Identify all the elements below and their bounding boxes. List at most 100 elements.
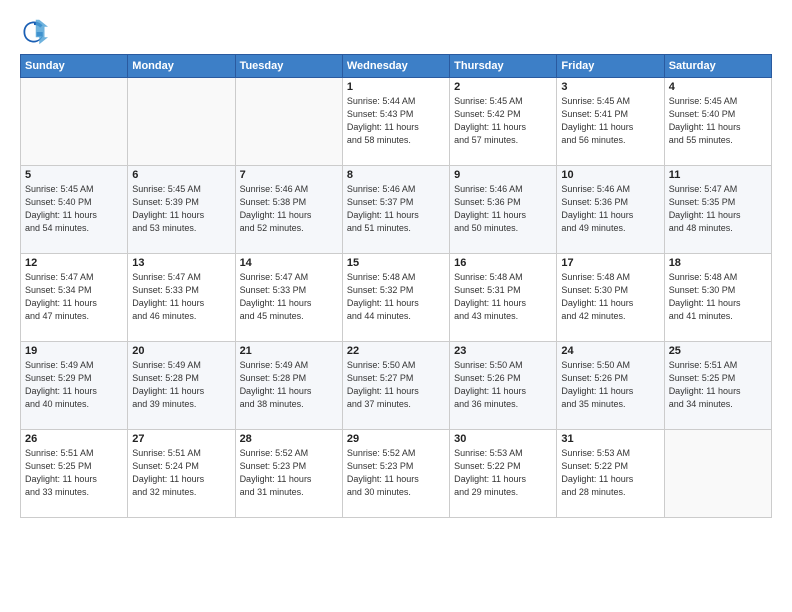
day-number: 13 [132,257,230,269]
day-info: Sunrise: 5:50 AM Sunset: 5:26 PM Dayligh… [454,359,552,411]
day-number: 24 [561,345,659,357]
day-info: Sunrise: 5:47 AM Sunset: 5:35 PM Dayligh… [669,183,767,235]
day-info: Sunrise: 5:49 AM Sunset: 5:29 PM Dayligh… [25,359,123,411]
day-number: 31 [561,433,659,445]
day-info: Sunrise: 5:52 AM Sunset: 5:23 PM Dayligh… [240,447,338,499]
day-cell: 28 Sunrise: 5:52 AM Sunset: 5:23 PM Dayli… [235,430,342,518]
weekday-header-thursday: Thursday [450,55,557,78]
day-info: Sunrise: 5:51 AM Sunset: 5:25 PM Dayligh… [25,447,123,499]
day-cell: 22 Sunrise: 5:50 AM Sunset: 5:27 PM Dayli… [342,342,449,430]
day-number: 12 [25,257,123,269]
day-info: Sunrise: 5:47 AM Sunset: 5:34 PM Dayligh… [25,271,123,323]
day-info: Sunrise: 5:49 AM Sunset: 5:28 PM Dayligh… [132,359,230,411]
day-info: Sunrise: 5:45 AM Sunset: 5:41 PM Dayligh… [561,95,659,147]
weekday-header-tuesday: Tuesday [235,55,342,78]
header [20,18,772,46]
day-number: 10 [561,169,659,181]
day-cell [128,78,235,166]
day-number: 27 [132,433,230,445]
day-info: Sunrise: 5:48 AM Sunset: 5:30 PM Dayligh… [669,271,767,323]
day-cell: 9 Sunrise: 5:46 AM Sunset: 5:36 PM Daylig… [450,166,557,254]
day-cell: 16 Sunrise: 5:48 AM Sunset: 5:31 PM Dayli… [450,254,557,342]
day-number: 20 [132,345,230,357]
day-number: 21 [240,345,338,357]
day-number: 3 [561,81,659,93]
day-cell: 17 Sunrise: 5:48 AM Sunset: 5:30 PM Dayli… [557,254,664,342]
day-cell: 13 Sunrise: 5:47 AM Sunset: 5:33 PM Dayli… [128,254,235,342]
week-row-4: 19 Sunrise: 5:49 AM Sunset: 5:29 PM Dayli… [21,342,772,430]
day-info: Sunrise: 5:50 AM Sunset: 5:26 PM Dayligh… [561,359,659,411]
day-cell: 2 Sunrise: 5:45 AM Sunset: 5:42 PM Daylig… [450,78,557,166]
day-info: Sunrise: 5:53 AM Sunset: 5:22 PM Dayligh… [454,447,552,499]
day-number: 18 [669,257,767,269]
day-number: 26 [25,433,123,445]
day-cell: 15 Sunrise: 5:48 AM Sunset: 5:32 PM Dayli… [342,254,449,342]
day-info: Sunrise: 5:47 AM Sunset: 5:33 PM Dayligh… [132,271,230,323]
day-cell: 30 Sunrise: 5:53 AM Sunset: 5:22 PM Dayli… [450,430,557,518]
day-number: 1 [347,81,445,93]
day-cell: 10 Sunrise: 5:46 AM Sunset: 5:36 PM Dayli… [557,166,664,254]
day-number: 14 [240,257,338,269]
day-number: 6 [132,169,230,181]
day-number: 25 [669,345,767,357]
day-cell: 7Sunrise: 5:46 AM Sunset: 5:38 PM Daylig… [235,166,342,254]
day-number: 16 [454,257,552,269]
day-cell [664,430,771,518]
day-number: 5 [25,169,123,181]
day-cell: 6 Sunrise: 5:45 AM Sunset: 5:39 PM Daylig… [128,166,235,254]
day-info: Sunrise: 5:45 AM Sunset: 5:39 PM Dayligh… [132,183,230,235]
day-number: 19 [25,345,123,357]
day-number: 30 [454,433,552,445]
day-number: 2 [454,81,552,93]
day-cell: 31 Sunrise: 5:53 AM Sunset: 5:22 PM Dayli… [557,430,664,518]
day-info: Sunrise: 5:46 AM Sunset: 5:36 PM Dayligh… [561,183,659,235]
weekday-header-monday: Monday [128,55,235,78]
day-cell: 8 Sunrise: 5:46 AM Sunset: 5:37 PM Daylig… [342,166,449,254]
calendar: SundayMondayTuesdayWednesdayThursdayFrid… [20,54,772,518]
week-row-1: 1Sunrise: 5:44 AM Sunset: 5:43 PM Daylig… [21,78,772,166]
day-cell [235,78,342,166]
day-info: Sunrise: 5:45 AM Sunset: 5:42 PM Dayligh… [454,95,552,147]
day-number: 4 [669,81,767,93]
day-info: Sunrise: 5:46 AM Sunset: 5:36 PM Dayligh… [454,183,552,235]
day-cell: 20 Sunrise: 5:49 AM Sunset: 5:28 PM Dayli… [128,342,235,430]
day-info: Sunrise: 5:53 AM Sunset: 5:22 PM Dayligh… [561,447,659,499]
day-info: Sunrise: 5:46 AM Sunset: 5:37 PM Dayligh… [347,183,445,235]
logo-icon [20,18,48,46]
day-info: Sunrise: 5:45 AM Sunset: 5:40 PM Dayligh… [25,183,123,235]
day-cell: 24 Sunrise: 5:50 AM Sunset: 5:26 PM Dayli… [557,342,664,430]
day-number: 9 [454,169,552,181]
day-number: 28 [240,433,338,445]
day-number: 22 [347,345,445,357]
day-cell: 4Sunrise: 5:45 AM Sunset: 5:40 PM Daylig… [664,78,771,166]
week-row-5: 26 Sunrise: 5:51 AM Sunset: 5:25 PM Dayli… [21,430,772,518]
day-number: 15 [347,257,445,269]
day-number: 7 [240,169,338,181]
day-cell: 11 Sunrise: 5:47 AM Sunset: 5:35 PM Dayli… [664,166,771,254]
day-info: Sunrise: 5:48 AM Sunset: 5:32 PM Dayligh… [347,271,445,323]
day-number: 17 [561,257,659,269]
weekday-header-row: SundayMondayTuesdayWednesdayThursdayFrid… [21,55,772,78]
day-info: Sunrise: 5:50 AM Sunset: 5:27 PM Dayligh… [347,359,445,411]
day-info: Sunrise: 5:49 AM Sunset: 5:28 PM Dayligh… [240,359,338,411]
week-row-3: 12 Sunrise: 5:47 AM Sunset: 5:34 PM Dayli… [21,254,772,342]
day-info: Sunrise: 5:47 AM Sunset: 5:33 PM Dayligh… [240,271,338,323]
day-cell: 14 Sunrise: 5:47 AM Sunset: 5:33 PM Dayli… [235,254,342,342]
week-row-2: 5 Sunrise: 5:45 AM Sunset: 5:40 PM Daylig… [21,166,772,254]
day-number: 11 [669,169,767,181]
weekday-header-friday: Friday [557,55,664,78]
day-cell: 18 Sunrise: 5:48 AM Sunset: 5:30 PM Dayli… [664,254,771,342]
day-number: 8 [347,169,445,181]
day-number: 23 [454,345,552,357]
day-info: Sunrise: 5:48 AM Sunset: 5:30 PM Dayligh… [561,271,659,323]
day-cell: 12 Sunrise: 5:47 AM Sunset: 5:34 PM Dayli… [21,254,128,342]
day-info: Sunrise: 5:52 AM Sunset: 5:23 PM Dayligh… [347,447,445,499]
weekday-header-wednesday: Wednesday [342,55,449,78]
day-cell [21,78,128,166]
day-cell: 27 Sunrise: 5:51 AM Sunset: 5:24 PM Dayli… [128,430,235,518]
day-info: Sunrise: 5:51 AM Sunset: 5:24 PM Dayligh… [132,447,230,499]
day-cell: 25Sunrise: 5:51 AM Sunset: 5:25 PM Dayli… [664,342,771,430]
day-cell: 3 Sunrise: 5:45 AM Sunset: 5:41 PM Daylig… [557,78,664,166]
day-info: Sunrise: 5:48 AM Sunset: 5:31 PM Dayligh… [454,271,552,323]
day-number: 29 [347,433,445,445]
